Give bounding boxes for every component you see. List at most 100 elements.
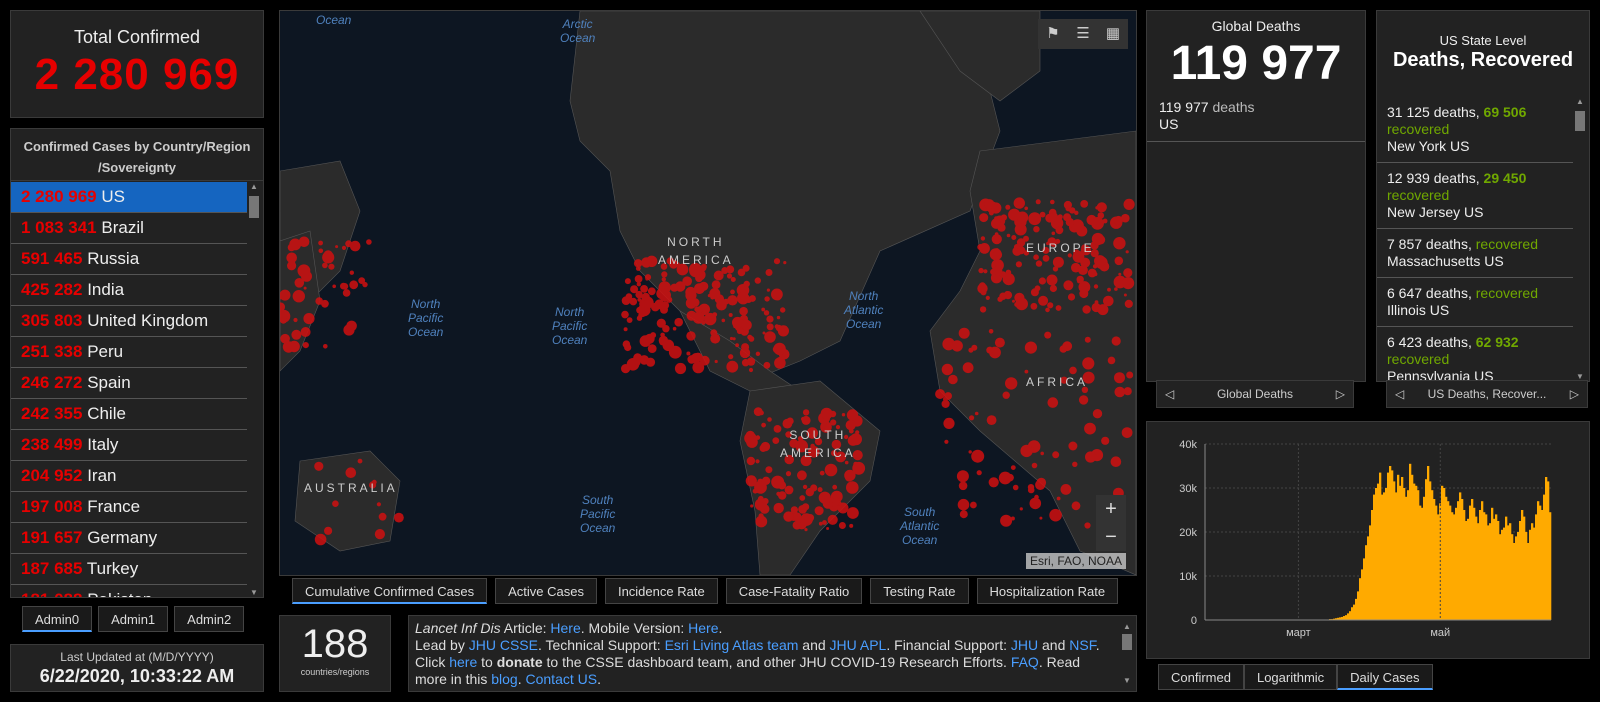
case-marker[interactable] [1056, 262, 1061, 267]
case-marker[interactable] [727, 295, 738, 306]
case-marker[interactable] [1123, 293, 1127, 297]
qr-icon[interactable]: ▦ [1098, 19, 1128, 49]
case-marker[interactable] [979, 213, 989, 223]
case-marker[interactable] [838, 522, 846, 529]
case-marker[interactable] [349, 280, 359, 290]
case-marker[interactable] [730, 277, 736, 282]
case-marker[interactable] [1000, 514, 1013, 527]
case-marker[interactable] [695, 274, 703, 283]
case-marker[interactable] [1074, 210, 1079, 215]
scroll-thumb[interactable] [249, 196, 259, 218]
case-marker[interactable] [710, 333, 721, 344]
case-marker[interactable] [394, 512, 404, 523]
case-marker[interactable] [630, 285, 639, 294]
case-marker[interactable] [1035, 199, 1041, 205]
case-marker[interactable] [1000, 214, 1008, 221]
case-marker[interactable] [358, 277, 366, 284]
case-marker[interactable] [1110, 456, 1122, 468]
case-marker[interactable] [1012, 299, 1015, 303]
case-marker[interactable] [804, 528, 808, 532]
case-marker[interactable] [772, 437, 780, 444]
case-marker[interactable] [1033, 226, 1040, 233]
case-marker[interactable] [814, 506, 824, 516]
tab-confirmed[interactable]: Confirmed [1158, 664, 1244, 690]
tab-daily-cases[interactable]: Daily Cases [1337, 664, 1433, 690]
case-marker[interactable] [1051, 231, 1056, 236]
country-row[interactable]: 242 355 Chile [11, 399, 247, 430]
nsf-link[interactable]: NSF [1069, 637, 1095, 653]
case-marker[interactable] [728, 354, 734, 360]
case-marker[interactable] [766, 288, 770, 292]
state-row[interactable]: 6 423 deaths, 62 932 recovered Pennsylvan… [1377, 327, 1573, 381]
case-marker[interactable] [957, 498, 970, 511]
case-marker[interactable] [781, 331, 786, 336]
case-marker[interactable] [755, 515, 768, 528]
case-marker[interactable] [1048, 212, 1059, 222]
case-marker[interactable] [765, 269, 773, 276]
case-marker[interactable] [1015, 297, 1028, 311]
case-marker[interactable] [340, 282, 347, 290]
case-marker[interactable] [755, 351, 761, 356]
case-marker[interactable] [1055, 226, 1064, 235]
case-marker[interactable] [1047, 302, 1054, 309]
case-marker[interactable] [1091, 217, 1104, 230]
world-map[interactable]: Ocean Arctic Ocean North Pacific Ocean N… [279, 10, 1137, 576]
case-marker[interactable] [763, 361, 771, 369]
case-marker[interactable] [959, 510, 968, 519]
case-marker[interactable] [376, 502, 381, 507]
article-link[interactable]: Here [550, 620, 580, 636]
case-marker[interactable] [1121, 427, 1133, 438]
faq-link[interactable]: FAQ [1011, 654, 1039, 670]
case-marker[interactable] [773, 258, 781, 265]
country-row[interactable]: 305 803 United Kingdom [11, 306, 247, 337]
case-marker[interactable] [941, 399, 950, 408]
case-marker[interactable] [1031, 462, 1038, 469]
case-marker[interactable] [819, 470, 825, 476]
case-marker[interactable] [280, 333, 290, 344]
case-marker[interactable] [762, 331, 766, 335]
case-marker[interactable] [755, 435, 761, 440]
case-marker[interactable] [1068, 441, 1078, 451]
tab-logarithmic[interactable]: Logarithmic [1243, 664, 1338, 690]
case-marker[interactable] [1084, 336, 1091, 343]
case-marker[interactable] [802, 409, 810, 416]
case-marker[interactable] [730, 289, 735, 295]
case-marker[interactable] [322, 251, 335, 264]
case-marker[interactable] [1097, 304, 1109, 316]
case-marker[interactable] [288, 340, 300, 353]
case-marker[interactable] [830, 419, 837, 426]
case-marker[interactable] [755, 459, 760, 464]
case-marker[interactable] [314, 461, 324, 471]
case-marker[interactable] [647, 287, 656, 296]
case-marker[interactable] [1020, 444, 1033, 458]
case-marker[interactable] [341, 245, 347, 250]
case-marker[interactable] [951, 340, 963, 352]
case-marker[interactable] [1046, 274, 1058, 286]
case-marker[interactable] [988, 477, 999, 488]
case-marker[interactable] [1123, 387, 1132, 396]
case-marker[interactable] [644, 274, 652, 281]
case-marker[interactable] [315, 297, 323, 305]
case-marker[interactable] [783, 511, 794, 522]
case-marker[interactable] [759, 410, 764, 416]
case-marker[interactable] [935, 389, 946, 399]
case-marker[interactable] [992, 250, 1003, 260]
case-marker[interactable] [827, 514, 838, 525]
info-scrollbar[interactable]: ▲ ▼ [1120, 618, 1134, 689]
case-marker[interactable] [829, 497, 835, 503]
case-marker[interactable] [979, 306, 987, 313]
case-marker[interactable] [1113, 237, 1126, 250]
case-marker[interactable] [971, 449, 985, 463]
next-icon[interactable]: ▷ [1336, 387, 1345, 401]
bookmark-icon[interactable]: ⚑ [1038, 19, 1068, 49]
tab-admin0[interactable]: Admin0 [22, 606, 93, 632]
country-row[interactable]: 1 083 341 Brazil [11, 213, 247, 244]
case-marker[interactable] [766, 315, 774, 323]
tab-admin1[interactable]: Admin1 [98, 606, 169, 632]
country-list-scrollbar[interactable]: ▲ ▼ [247, 182, 261, 597]
case-marker[interactable] [1114, 215, 1123, 225]
case-marker[interactable] [634, 275, 643, 283]
case-marker[interactable] [1111, 336, 1121, 346]
case-marker[interactable] [713, 270, 724, 281]
case-marker[interactable] [670, 283, 679, 292]
